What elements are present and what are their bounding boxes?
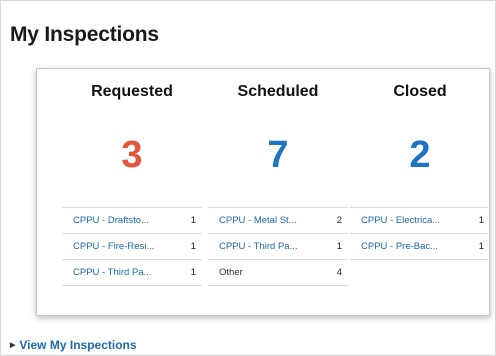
item-count: 1: [190, 241, 196, 252]
inspection-link[interactable]: CPPU - Third Pa...: [62, 267, 180, 278]
view-my-inspections-link[interactable]: ▶ View My Inspections: [10, 338, 137, 352]
other-label: Other: [219, 267, 243, 278]
list-item: CPPU - Electrica... 1: [350, 207, 490, 233]
inspection-link[interactable]: CPPU - Pre-Bac...: [350, 241, 468, 252]
item-count: 4: [336, 267, 342, 278]
inspection-link[interactable]: CPPU - Third Pa...: [208, 241, 326, 252]
item-count: 1: [336, 241, 342, 252]
panel-title: My Inspections: [10, 23, 159, 46]
scheduled-list: CPPU - Metal St... 2 CPPU - Third Pa... …: [208, 207, 348, 286]
inspection-link[interactable]: CPPU - Electrica...: [350, 215, 468, 226]
view-my-inspections-label: View My Inspections: [19, 338, 137, 352]
list-item: CPPU - Pre-Bac... 1: [350, 233, 490, 260]
scheduled-count[interactable]: 7: [208, 133, 348, 177]
inspections-summary-card: Requested 3 CPPU - Draftsto... 1 CPPU - …: [36, 68, 490, 316]
list-item: Other 4: [208, 259, 348, 286]
column-heading: Requested: [91, 83, 173, 100]
list-item: CPPU - Metal St... 2: [208, 207, 348, 233]
list-item: CPPU - Third Pa... 1: [208, 233, 348, 259]
requested-count[interactable]: 3: [62, 133, 202, 177]
caret-right-icon: ▶: [10, 342, 16, 349]
requested-list: CPPU - Draftsto... 1 CPPU - Fire-Resi...…: [62, 207, 202, 286]
item-count: 1: [190, 215, 196, 226]
inspection-link[interactable]: CPPU - Metal St...: [208, 215, 326, 226]
item-count: 1: [190, 267, 196, 278]
list-item: CPPU - Fire-Resi... 1: [62, 233, 202, 259]
column-heading: Closed: [393, 83, 447, 100]
inspection-link[interactable]: CPPU - Fire-Resi...: [62, 241, 180, 252]
item-count: 1: [478, 241, 484, 252]
column-heading: Scheduled: [237, 83, 319, 100]
item-count: 2: [336, 215, 342, 226]
item-count: 1: [478, 215, 484, 226]
closed-count[interactable]: 2: [350, 133, 490, 177]
closed-list: CPPU - Electrica... 1 CPPU - Pre-Bac... …: [350, 207, 490, 260]
inspection-link[interactable]: CPPU - Draftsto...: [62, 215, 180, 226]
list-item: CPPU - Third Pa... 1: [62, 259, 202, 286]
my-inspections-panel: My Inspections Requested 3 CPPU - Drafts…: [0, 0, 496, 356]
list-item: CPPU - Draftsto... 1: [62, 207, 202, 233]
